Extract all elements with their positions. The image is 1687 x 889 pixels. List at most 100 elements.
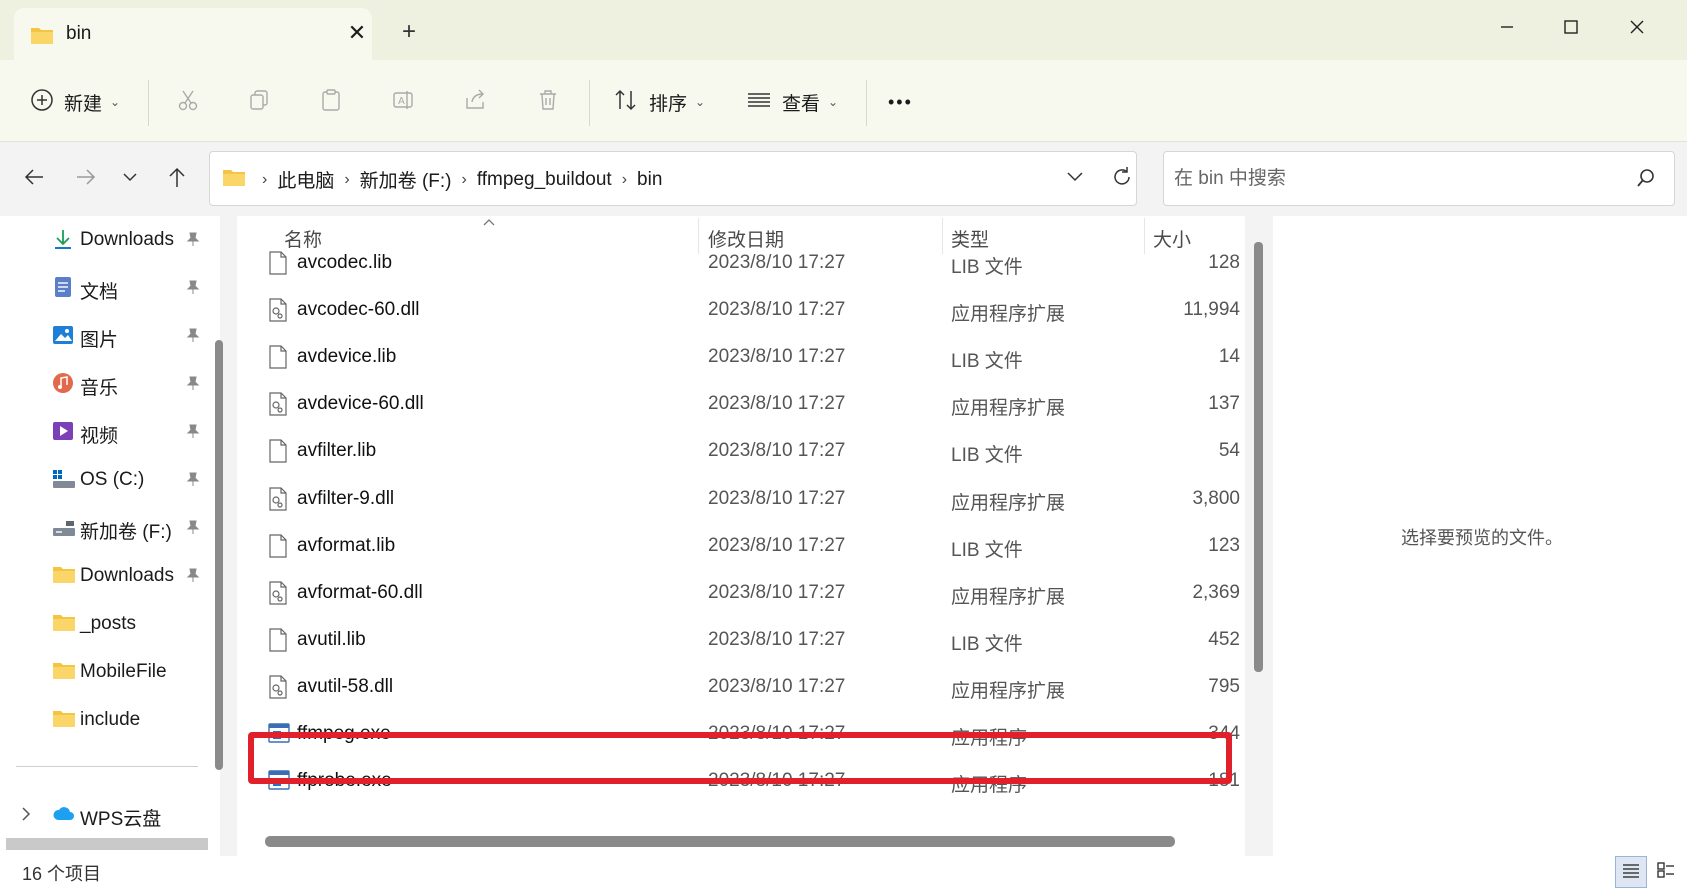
file-row[interactable]: avcodec-60.dll 2023/8/10 17:27 应用程序扩展 11,99… [240, 287, 1240, 334]
sidebar-item-posts[interactable]: _posts [0, 602, 210, 646]
sidebar-item-pictures[interactable]: 图片 [0, 314, 210, 358]
tiles-view-button[interactable] [1650, 856, 1682, 888]
sidebar-item-label: 图片 [80, 330, 119, 351]
file-size: 128 [1208, 252, 1240, 273]
file-date: 2023/8/10 17:27 [708, 628, 846, 650]
sidebar-item-wps-cloud[interactable]: WPS云盘 [0, 793, 210, 837]
file-date: 2023/8/10 17:27 [708, 581, 846, 603]
search-input[interactable] [1174, 164, 1614, 194]
view-button[interactable]: 查看 ⌄ [746, 82, 838, 122]
back-button[interactable] [16, 162, 52, 196]
rename-button[interactable]: A [391, 82, 415, 122]
new-tab-button[interactable]: + [396, 18, 422, 46]
file-size: 54 [1218, 440, 1240, 462]
file-row[interactable]: avfilter-9.dll 2023/8/10 17:27 应用程序扩展 3,800 [240, 476, 1240, 523]
search-icon[interactable] [1636, 168, 1656, 193]
file-row[interactable]: ffmpeg.exe 2023/8/10 17:27 应用程序 344 [240, 711, 1240, 758]
more-options-button[interactable]: ••• [888, 82, 913, 122]
close-tab-icon[interactable]: ✕ [344, 20, 370, 46]
file-row[interactable]: ffprobe.exe 2023/8/10 17:27 应用程序 181 [240, 758, 1240, 805]
refresh-icon[interactable] [1110, 165, 1134, 194]
maximize-button[interactable] [1546, 10, 1596, 44]
sidebar-item-videos[interactable]: 视频 [0, 410, 210, 454]
breadcrumb-chevron-icon[interactable]: › [344, 171, 349, 189]
sidebar-scrollbar[interactable] [215, 340, 223, 770]
file-row[interactable]: avfilter.lib 2023/8/10 17:27 LIB 文件 54 [240, 428, 1240, 475]
file-row[interactable]: avdevice-60.dll 2023/8/10 17:27 应用程序扩展 137 [240, 381, 1240, 428]
share-button[interactable] [463, 82, 487, 122]
file-name: avcodec-60.dll [297, 299, 420, 321]
sidebar-horizontal-scrollbar[interactable] [6, 838, 208, 850]
tab-bin[interactable]: bin ✕ [14, 8, 372, 60]
sidebar-item-mobilefile[interactable]: MobileFile [0, 650, 210, 694]
file-icon [268, 345, 288, 374]
sidebar-item-drive-c[interactable]: OS (C:) [0, 458, 210, 502]
arrow-right-icon [75, 167, 97, 192]
file-row[interactable]: avutil-58.dll 2023/8/10 17:27 应用程序扩展 795 [240, 664, 1240, 711]
sidebar-item-drive-f[interactable]: 新加卷 (F:) [0, 506, 210, 550]
breadcrumb-drive-f[interactable]: 新加卷 (F:) [360, 166, 452, 193]
sidebar-item-label: include [80, 709, 141, 730]
file-name: ffmpeg.exe [297, 723, 391, 744]
pin-icon [185, 279, 201, 300]
preview-message: 选择要预览的文件。 [1401, 528, 1563, 548]
dll-file-icon [268, 581, 288, 610]
file-row[interactable]: avformat-60.dll 2023/8/10 17:27 应用程序扩展 2,36… [240, 570, 1240, 617]
file-icon [268, 251, 288, 280]
breadcrumb-chevron-icon[interactable]: › [622, 171, 627, 189]
file-row[interactable]: avutil.lib 2023/8/10 17:27 LIB 文件 452 [240, 617, 1240, 664]
sidebar-item-downloads[interactable]: Downloads [0, 218, 210, 262]
sort-button[interactable]: 排序 ⌄ [613, 82, 705, 122]
file-list-horizontal-scrollbar[interactable] [265, 836, 1175, 847]
minimize-button[interactable] [1482, 10, 1532, 44]
paste-button[interactable] [319, 82, 343, 122]
sidebar-item-include[interactable]: include [0, 698, 210, 742]
delete-button[interactable] [536, 82, 560, 122]
breadcrumb-bin[interactable]: bin [637, 169, 662, 191]
cut-button[interactable] [176, 82, 200, 122]
file-name: avfilter.lib [297, 440, 377, 462]
details-view-button[interactable] [1615, 856, 1647, 888]
rename-icon: A [391, 88, 415, 117]
sidebar-item-music[interactable]: 音乐 [0, 362, 210, 406]
sidebar-item-label: 视频 [80, 426, 119, 447]
file-name: avformat.lib [297, 534, 396, 556]
file-date: 2023/8/10 17:27 [708, 723, 846, 744]
search-box[interactable] [1163, 151, 1675, 206]
file-icon [268, 439, 288, 468]
scissors-icon [176, 88, 200, 117]
breadcrumb-chevron-icon[interactable]: › [462, 171, 467, 189]
file-type: 应用程序扩展 [951, 398, 1066, 420]
file-size: 344 [1208, 723, 1240, 744]
file-type: LIB 文件 [951, 539, 1023, 561]
up-button[interactable] [159, 162, 195, 196]
file-list-scrollbar[interactable] [1254, 242, 1263, 672]
exe-file-icon [268, 769, 290, 796]
forward-button[interactable] [68, 162, 104, 196]
chevron-right-icon[interactable] [20, 806, 32, 827]
separator [589, 80, 590, 126]
address-history-dropdown[interactable] [1066, 170, 1084, 188]
share-icon [463, 88, 487, 117]
file-row[interactable]: avformat.lib 2023/8/10 17:27 LIB 文件 123 [240, 523, 1240, 570]
close-window-button[interactable] [1612, 10, 1662, 44]
breadcrumb-chevron-icon[interactable]: › [262, 171, 267, 189]
plus-circle-icon [30, 88, 54, 117]
address-bar[interactable]: › 此电脑 › 新加卷 (F:) › ffmpeg_buildout › bin [209, 151, 1137, 206]
sidebar-item-documents[interactable]: 文档 [0, 266, 210, 310]
title-bar: bin ✕ + [0, 0, 1687, 60]
copy-button[interactable] [247, 82, 271, 122]
file-row[interactable]: avdevice.lib 2023/8/10 17:27 LIB 文件 14 [240, 334, 1240, 381]
breadcrumb-ffmpeg-buildout[interactable]: ffmpeg_buildout [477, 169, 612, 191]
new-button[interactable]: 新建 ⌄ [30, 82, 120, 122]
sidebar-item-downloads-folder[interactable]: Downloads [0, 554, 210, 598]
file-date: 2023/8/10 17:27 [708, 675, 846, 697]
video-icon [52, 420, 74, 442]
sidebar-item-label: Downloads [80, 229, 174, 250]
file-name: avdevice.lib [297, 346, 397, 368]
file-row[interactable]: avcodec.lib 2023/8/10 17:27 LIB 文件 128 [240, 240, 1240, 287]
recent-locations-button[interactable] [112, 162, 148, 196]
file-name: avdevice-60.dll [297, 393, 424, 415]
breadcrumb-this-pc[interactable]: 此电脑 [277, 166, 334, 193]
chevron-down-icon: ⌄ [110, 95, 121, 109]
